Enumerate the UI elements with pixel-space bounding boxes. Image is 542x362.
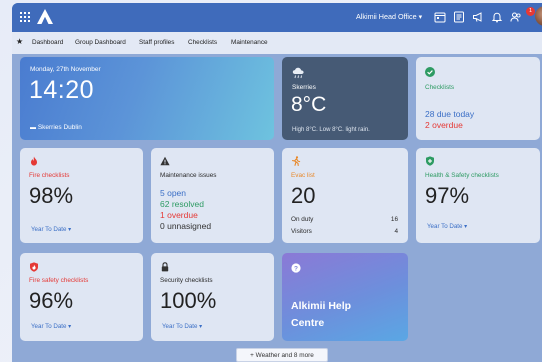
health-safety-card[interactable]: Health & Safety checklists 97% Year To D… — [416, 148, 540, 243]
fire-icon — [31, 156, 37, 166]
date-label: Monday, 27th November — [30, 66, 101, 73]
checklists-card[interactable]: Checklists 28 due today 2 overdue — [416, 57, 540, 140]
nav-bar: ★ Dashboard Group Dashboard Staff profil… — [12, 32, 542, 54]
visitors-value: 4 — [394, 228, 398, 235]
nav-dashboard[interactable]: Dashboard — [32, 39, 63, 46]
help-title-line1: Alkimii Help — [291, 300, 352, 312]
evac-list-title: Evac list — [291, 172, 315, 179]
nav-maintenance[interactable]: Maintenance — [231, 39, 268, 46]
nav-checklists[interactable]: Checklists — [188, 39, 217, 46]
clock-card: Monday, 27th November 14:20 ▬ Skerries D… — [20, 57, 274, 140]
nav-group-dashboard[interactable]: Group Dashboard — [75, 39, 126, 46]
bell-icon[interactable] — [491, 11, 503, 23]
help-icon: ? — [291, 263, 301, 273]
apps-grid-icon[interactable] — [20, 12, 30, 22]
weather-temp: 8°C — [291, 93, 327, 116]
security-period-select[interactable]: Year To Date ▾ — [162, 323, 202, 330]
unassigned-count[interactable]: 0 unnasigned — [160, 221, 211, 231]
visitors-label: Visitors — [291, 228, 312, 235]
location-label: ▬ Skerries Dublin — [30, 124, 82, 131]
security-value: 100% — [160, 288, 217, 313]
fire-safety-title: Fire safety checklists — [29, 277, 89, 284]
health-safety-value: 97% — [425, 183, 470, 208]
fire-safety-card[interactable]: Fire safety checklists 96% Year To Date … — [20, 253, 143, 341]
nav-staff-profiles[interactable]: Staff profiles — [139, 39, 174, 46]
on-duty-label: On duty — [291, 216, 314, 223]
top-bar: Alkimii Head Office ▾ 1 — [12, 3, 542, 32]
location-text: Skerries Dublin — [37, 124, 82, 131]
open-count[interactable]: 5 open — [160, 188, 186, 198]
check-circle-icon — [425, 67, 435, 77]
fire-period-select[interactable]: Year To Date ▾ — [31, 226, 71, 233]
health-safety-title: Health & Safety checklists — [425, 172, 499, 179]
show-more-widgets-button[interactable]: + Weather and 8 more — [236, 348, 328, 362]
calendar-icon[interactable] — [434, 11, 446, 23]
shield-plus-icon — [426, 156, 434, 166]
warning-icon — [160, 156, 170, 166]
due-today-text[interactable]: 28 due today — [425, 109, 474, 119]
app-window: Alkimii Head Office ▾ 1 ★ Dashboard Grou… — [12, 3, 542, 362]
fire-checklists-title: Fire checklists — [29, 172, 70, 179]
overdue-count[interactable]: 1 overdue — [160, 210, 198, 220]
maintenance-title: Maintenance issues — [160, 172, 217, 179]
weather-card[interactable]: Skerries 8°C High 8°C. Low 8°C. light ra… — [282, 57, 408, 140]
weather-place: Skerries — [292, 84, 316, 91]
help-title-line2: Centre — [291, 317, 325, 329]
fire-shield-icon — [30, 262, 38, 272]
resolved-count[interactable]: 62 resolved — [160, 199, 204, 209]
on-duty-value: 16 — [390, 216, 398, 223]
maintenance-card[interactable]: Maintenance issues 5 open 62 resolved 1 … — [151, 148, 274, 243]
security-title: Security checklists — [160, 277, 213, 284]
rain-cloud-icon — [292, 67, 304, 79]
checklists-title: Checklists — [425, 84, 455, 91]
camera-icon: ▬ — [30, 125, 36, 131]
health-safety-period-select[interactable]: Year To Date ▾ — [427, 223, 467, 230]
overdue-text[interactable]: 2 overdue — [425, 120, 463, 130]
evac-list-value: 20 — [291, 183, 316, 208]
fire-checklists-value: 98% — [29, 183, 74, 208]
evac-list-card[interactable]: Evac list 20 On duty 16 Visitors 4 — [282, 148, 408, 243]
people-icon[interactable] — [510, 11, 522, 23]
org-selector[interactable]: Alkimii Head Office ▾ — [356, 12, 422, 21]
security-card[interactable]: Security checklists 100% Year To Date ▾ — [151, 253, 274, 341]
avatar[interactable] — [535, 6, 542, 26]
running-person-icon — [292, 156, 301, 166]
lock-icon — [161, 262, 169, 272]
alkimii-logo[interactable] — [37, 9, 53, 24]
fire-safety-period-select[interactable]: Year To Date ▾ — [31, 323, 71, 330]
help-centre-card[interactable]: ? Alkimii Help Centre — [282, 253, 408, 341]
megaphone-icon[interactable] — [472, 11, 484, 23]
weather-desc: High 8°C. Low 8°C. light rain. — [292, 127, 370, 133]
notification-badge: 1 — [526, 7, 535, 16]
fire-checklists-card[interactable]: Fire checklists 98% Year To Date ▾ — [20, 148, 143, 243]
fire-safety-value: 96% — [29, 288, 74, 313]
svg-text:?: ? — [294, 265, 298, 272]
clock-time: 14:20 — [29, 76, 95, 104]
star-icon[interactable]: ★ — [16, 38, 23, 46]
document-icon[interactable] — [453, 11, 465, 23]
